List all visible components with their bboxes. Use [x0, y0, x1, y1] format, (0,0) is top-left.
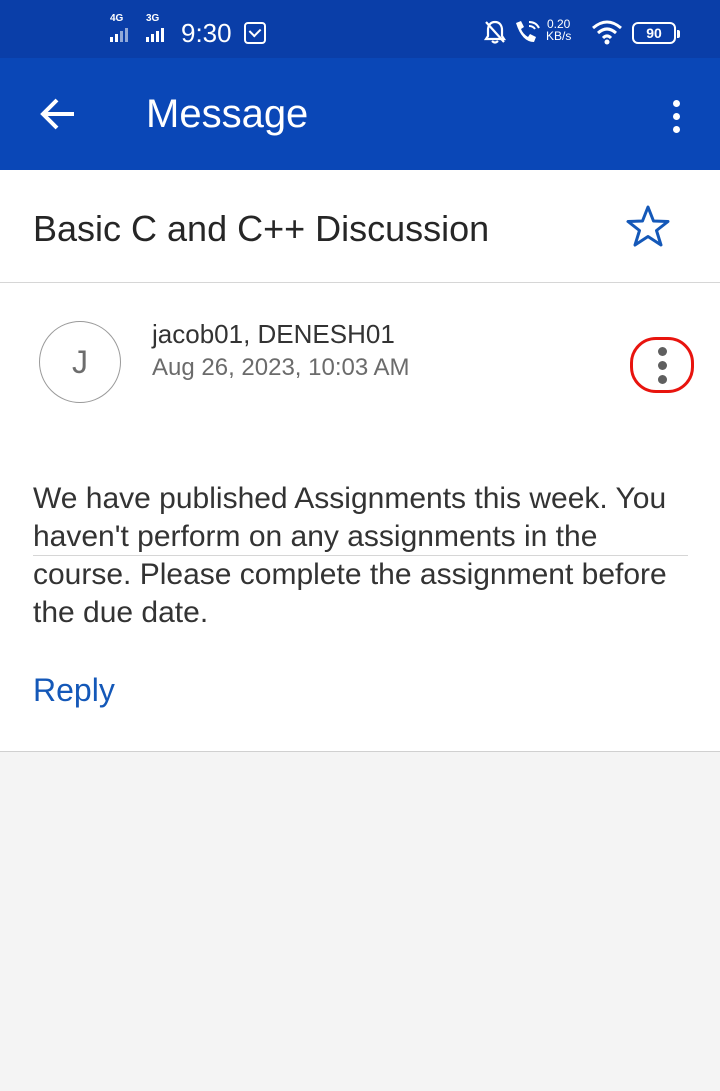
status-bar: 4G 3G 9:30 0.20 KB/s 90	[0, 0, 720, 58]
wifi-call-icon	[512, 17, 542, 47]
back-button[interactable]	[30, 84, 86, 144]
message-card: Basic C and C++ Discussion J jacob01, DE…	[0, 170, 720, 752]
network-speed: 0.20 KB/s	[546, 18, 571, 42]
mute-bell-icon	[482, 17, 508, 47]
page-title: Message	[146, 92, 309, 136]
overflow-menu-button[interactable]	[656, 88, 696, 144]
signal-bars-icon	[110, 28, 128, 42]
battery-level: 90	[646, 25, 662, 41]
status-time: 9:30	[181, 18, 232, 48]
signal-bars-icon	[146, 28, 164, 42]
kebab-menu-icon	[672, 99, 680, 107]
sender-row: J jacob01, DENESH01 Aug 26, 2023, 10:03 …	[0, 283, 720, 556]
message-subject: Basic C and C++ Discussion	[33, 208, 490, 249]
arrow-left-icon	[40, 98, 74, 130]
battery-icon: 90	[632, 22, 680, 44]
participants: jacob01, DENESH01	[152, 319, 395, 349]
message-notification-icon	[244, 22, 266, 44]
app-bar: Message	[0, 58, 720, 170]
message-subject-row: Basic C and C++ Discussion	[0, 170, 720, 283]
more-vertical-icon	[657, 346, 667, 356]
message-body: We have published Assignments this week.…	[33, 482, 667, 629]
message-date: Aug 26, 2023, 10:03 AM	[152, 354, 410, 381]
network-type-4g: 4G	[110, 13, 124, 24]
message-more-button[interactable]	[630, 337, 694, 393]
avatar: J	[39, 321, 121, 403]
network-speed-unit: KB/s	[546, 29, 572, 43]
wifi-icon	[590, 17, 624, 47]
reply-link[interactable]: Reply	[33, 670, 115, 710]
star-outline-icon	[626, 205, 670, 247]
star-button[interactable]	[623, 202, 673, 252]
network-type-3g: 3G	[146, 13, 160, 24]
